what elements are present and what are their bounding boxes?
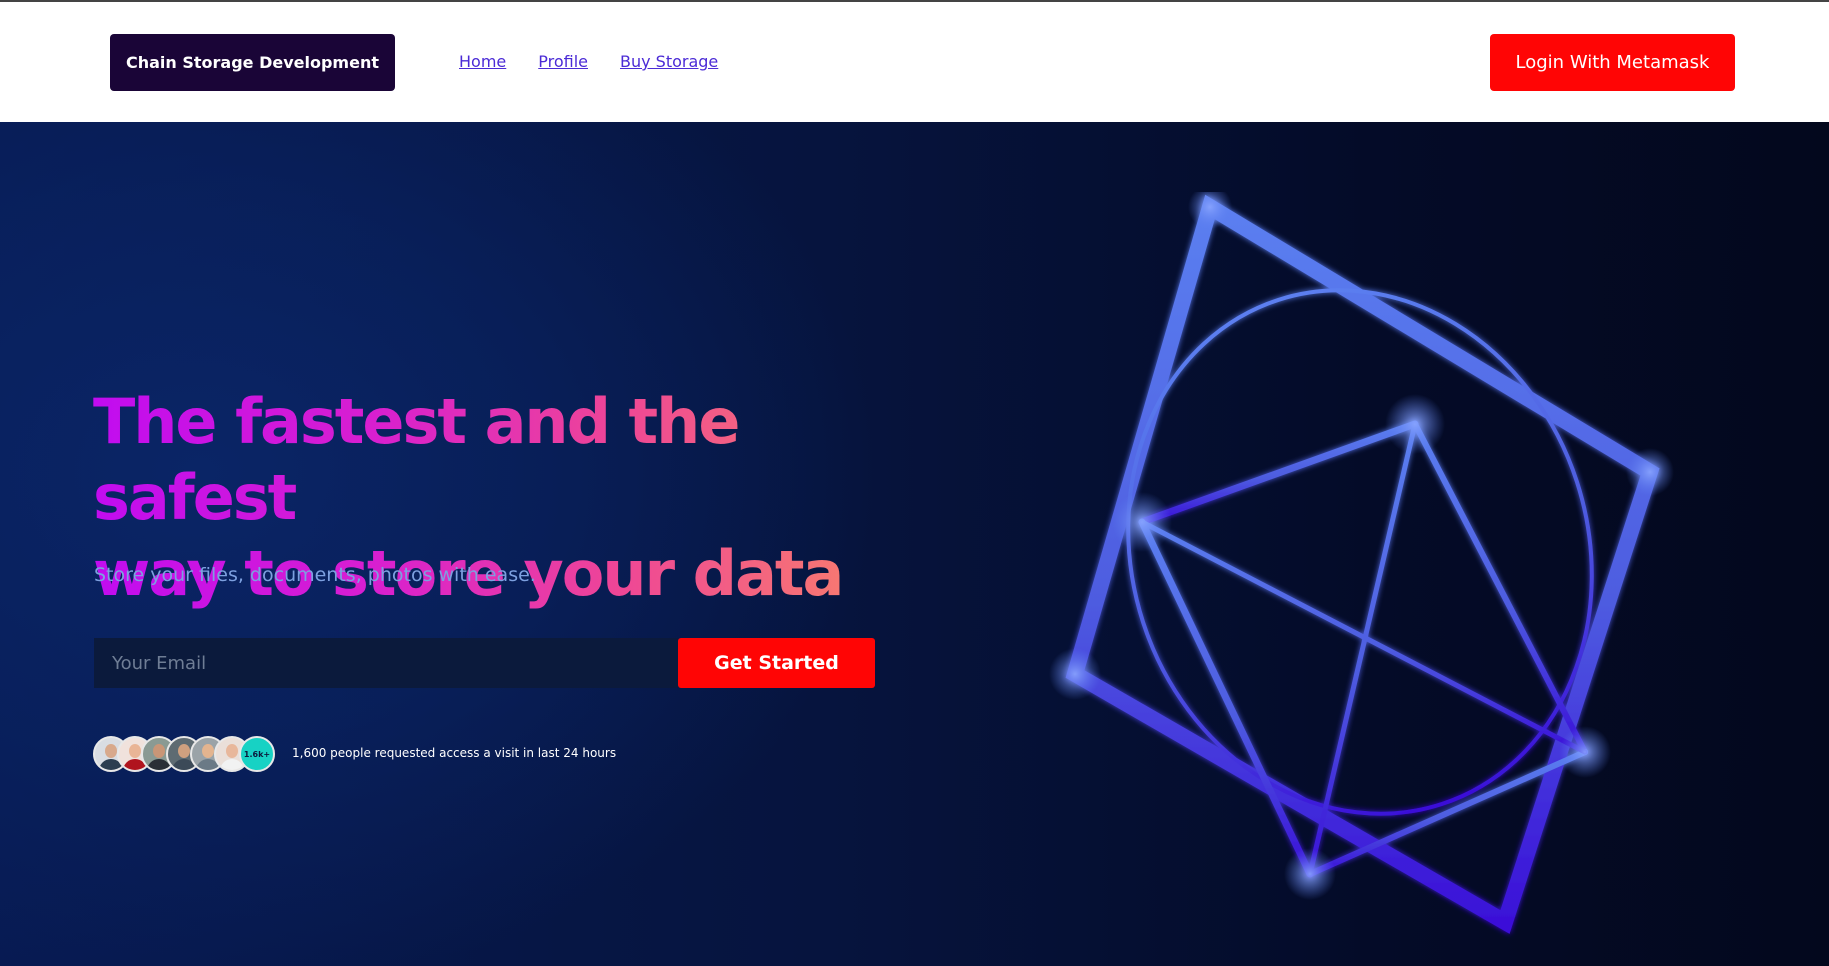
hero-section: The fastest and the safest way to store … — [0, 122, 1829, 966]
storage-cube-graphic — [1049, 192, 1674, 934]
hero-subheadline: Store your files, documents, photos with… — [94, 564, 536, 586]
email-input[interactable] — [94, 638, 678, 688]
site-header: Chain Storage Development Home Profile B… — [0, 2, 1829, 122]
nav-link-buy-storage[interactable]: Buy Storage — [620, 52, 718, 71]
nav-link-home[interactable]: Home — [459, 52, 506, 71]
login-metamask-button[interactable]: Login With Metamask — [1490, 34, 1735, 91]
brand-logo[interactable]: Chain Storage Development — [110, 34, 395, 91]
avatar-count-badge: 1.6k+ — [239, 736, 275, 772]
headline-line-1: The fastest and the safest — [93, 385, 739, 534]
get-started-button[interactable]: Get Started — [678, 638, 875, 688]
nav-link-profile[interactable]: Profile — [538, 52, 588, 71]
social-proof-text: 1,600 people requested access a visit in… — [292, 746, 617, 760]
main-nav: Home Profile Buy Storage — [459, 52, 718, 71]
